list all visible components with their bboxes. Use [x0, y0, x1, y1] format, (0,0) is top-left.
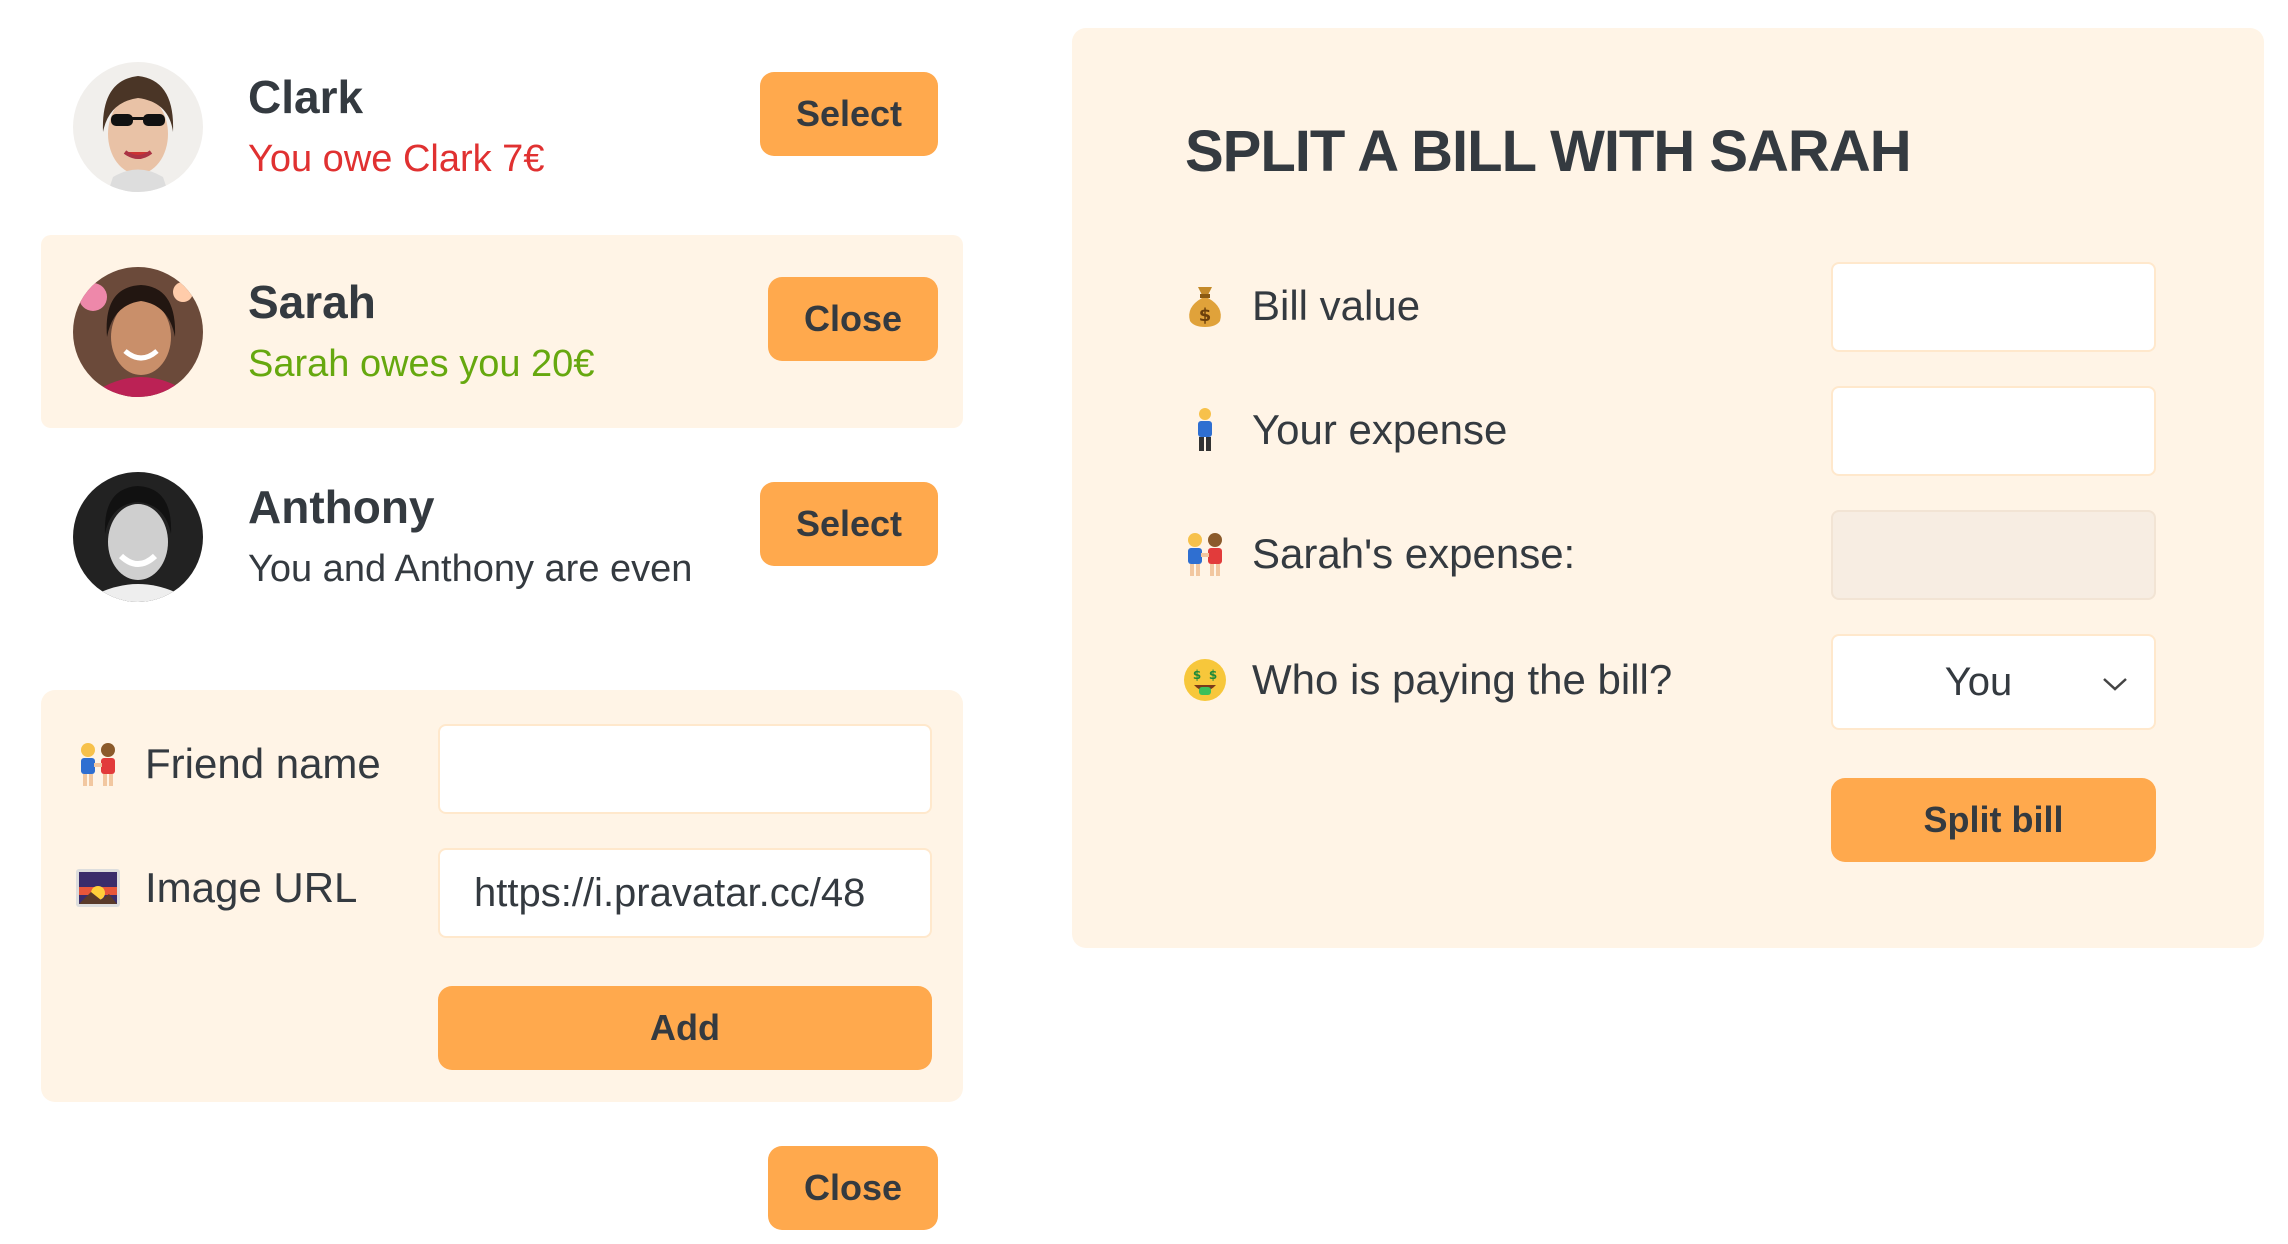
- friend-balance-status: Sarah owes you 20€: [248, 343, 595, 385]
- chevron-down-icon: [2103, 678, 2127, 691]
- image-url-input[interactable]: [438, 848, 932, 938]
- friend-name: Anthony: [248, 481, 435, 533]
- money-bag-icon: $: [1182, 283, 1228, 329]
- person-standing-icon: [1182, 407, 1228, 453]
- people-holding-hands-icon: [75, 741, 121, 787]
- close-form-button[interactable]: Close: [768, 1146, 938, 1230]
- friend-name: Clark: [248, 71, 364, 123]
- avatar-sarah: [73, 267, 203, 397]
- your-expense-input[interactable]: [1831, 386, 2156, 476]
- sunrise-picture-icon: [75, 865, 121, 911]
- svg-text:$: $: [1193, 668, 1201, 682]
- friend-name: Sarah: [248, 276, 376, 328]
- friend-item-anthony: Anthony You and Anthony are even Select: [41, 440, 963, 633]
- split-bill-title: SPLIT A BILL WITH SARAH: [1185, 119, 1912, 184]
- friend-item-sarah: Sarah Sarah owes you 20€ Close: [41, 235, 963, 428]
- image-url-label: Image URL: [75, 864, 357, 912]
- friend-balance-status: You and Anthony are even: [248, 548, 693, 590]
- friend-expense-input: [1831, 510, 2156, 600]
- money-mouth-face-icon: $ $: [1182, 657, 1228, 703]
- bill-value-label: $ Bill value: [1182, 282, 1420, 330]
- add-friend-button[interactable]: Add: [438, 986, 932, 1070]
- people-holding-hands-icon: [1182, 531, 1228, 577]
- bill-value-input[interactable]: [1831, 262, 2156, 352]
- avatar-clark: [73, 62, 203, 192]
- avatar-anthony: [73, 472, 203, 602]
- friend-balance-status: You owe Clark 7€: [248, 138, 545, 180]
- svg-text:$: $: [1209, 668, 1217, 682]
- payer-select[interactable]: You: [1831, 634, 2156, 730]
- payer-label: $ $ Who is paying the bill?: [1182, 656, 1672, 704]
- close-friend-button[interactable]: Close: [768, 277, 938, 361]
- friend-name-input[interactable]: [438, 724, 932, 814]
- split-bill-button[interactable]: Split bill: [1831, 778, 2156, 862]
- svg-text:$: $: [1199, 305, 1212, 326]
- friend-name-label: Friend name: [75, 740, 381, 788]
- select-friend-button[interactable]: Select: [760, 72, 938, 156]
- your-expense-label: Your expense: [1182, 406, 1507, 454]
- select-friend-button[interactable]: Select: [760, 482, 938, 566]
- friend-item-clark: Clark You owe Clark 7€ Select: [41, 30, 963, 223]
- payer-selected-value: You: [1944, 659, 2013, 704]
- add-friend-form: Friend name Image URL Add: [41, 690, 963, 1102]
- friend-expense-label: Sarah's expense:: [1182, 530, 1575, 578]
